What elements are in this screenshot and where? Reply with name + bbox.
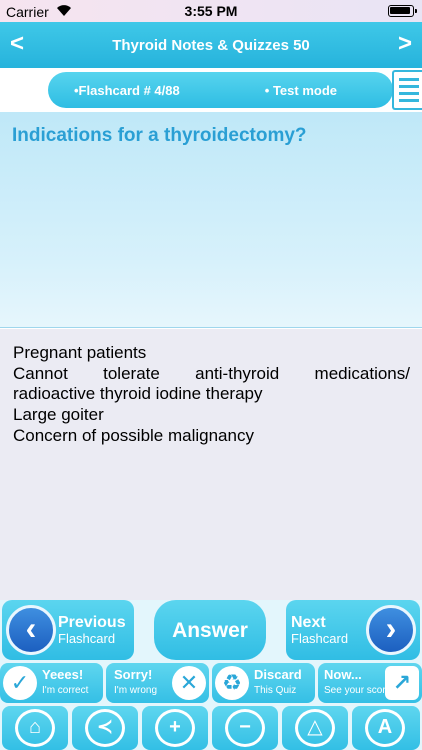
action-row: ‹ Previous Flashcard Answer Next Flashca… bbox=[0, 600, 422, 662]
clock: 3:55 PM bbox=[184, 3, 238, 19]
share-icon: ≺ bbox=[85, 709, 125, 747]
bottom-toolbar: ⌂ ≺ + − △ A bbox=[0, 704, 422, 750]
home-icon: ⌂ bbox=[15, 709, 55, 747]
discard-title: Discard bbox=[254, 667, 302, 682]
answer-card: Pregnant patients Cannot tolerate anti-t… bbox=[0, 329, 422, 601]
mode-bar: •Flashcard # 4/88 • Test mode bbox=[0, 68, 422, 110]
question-text: Indications for a thyroidectomy? bbox=[12, 125, 307, 146]
status-bar: Carrier 3:55 PM bbox=[0, 0, 422, 22]
cross-icon: ✕ bbox=[172, 666, 206, 700]
forward-chevron-icon[interactable]: > bbox=[398, 30, 412, 58]
check-icon: ✓ bbox=[3, 666, 37, 700]
chevron-left-icon: ‹ bbox=[6, 605, 56, 655]
correct-subtitle: I'm correct bbox=[42, 685, 89, 696]
battery-icon bbox=[388, 5, 417, 17]
recycle-icon: ♻ bbox=[215, 666, 249, 700]
next-label: Next bbox=[291, 614, 326, 631]
font-icon: A bbox=[365, 709, 405, 747]
home-button[interactable]: ⌂ bbox=[2, 706, 68, 750]
zoom-out-icon: − bbox=[225, 709, 265, 747]
bucket-icon: △ bbox=[295, 709, 335, 747]
correct-title: Yeees! bbox=[42, 667, 84, 682]
answer-line: Cannot tolerate anti-thyroid medications… bbox=[13, 364, 410, 383]
previous-sublabel: Flashcard bbox=[58, 631, 116, 646]
share-button[interactable]: ≺ bbox=[72, 706, 138, 750]
chevron-right-icon: › bbox=[366, 605, 416, 655]
wrong-subtitle: I'm wrong bbox=[114, 685, 158, 696]
next-flashcard-button[interactable]: Next Flashcard › bbox=[286, 600, 420, 660]
nav-bar: < Thyroid Notes & Quizzes 50 > bbox=[0, 22, 422, 68]
test-mode-toggle[interactable]: • Test mode bbox=[265, 83, 337, 98]
see-score-button[interactable]: Now... See your score ↗ bbox=[318, 663, 422, 703]
mode-pill: •Flashcard # 4/88 • Test mode bbox=[48, 72, 393, 108]
list-menu-icon[interactable] bbox=[392, 70, 422, 110]
flashcard-counter: •Flashcard # 4/88 bbox=[74, 83, 180, 98]
answer-line: radioactive thyroid iodine therapy bbox=[13, 384, 263, 403]
zoom-in-icon: + bbox=[155, 709, 195, 747]
previous-flashcard-button[interactable]: ‹ Previous Flashcard bbox=[2, 600, 134, 660]
score-title: Now... bbox=[324, 667, 362, 682]
question-card: Indications for a thyroidectomy? bbox=[0, 112, 422, 328]
wrong-button[interactable]: Sorry! I'm wrong ✕ bbox=[106, 663, 209, 703]
wrong-title: Sorry! bbox=[114, 667, 153, 682]
score-row: ✓ Yeees! I'm correct Sorry! I'm wrong ✕ … bbox=[0, 662, 422, 704]
zoom-in-button[interactable]: + bbox=[142, 706, 208, 750]
page-title: Thyroid Notes & Quizzes 50 bbox=[112, 37, 310, 54]
color-bucket-button[interactable]: △ bbox=[282, 706, 348, 750]
discard-subtitle: This Quiz bbox=[254, 685, 297, 696]
answer-line: Concern of possible malignancy bbox=[13, 426, 254, 445]
chart-icon: ↗ bbox=[385, 666, 419, 700]
score-subtitle: See your score bbox=[324, 685, 392, 696]
font-button[interactable]: A bbox=[352, 706, 420, 750]
answer-line: Pregnant patients bbox=[13, 343, 147, 362]
answer-button[interactable]: Answer bbox=[154, 600, 266, 660]
zoom-out-button[interactable]: − bbox=[212, 706, 278, 750]
answer-label: Answer bbox=[172, 619, 248, 642]
answer-line: Large goiter bbox=[13, 405, 104, 424]
previous-label: Previous bbox=[58, 614, 126, 631]
discard-quiz-button[interactable]: ♻ Discard This Quiz bbox=[212, 663, 315, 703]
correct-button[interactable]: ✓ Yeees! I'm correct bbox=[0, 663, 103, 703]
next-sublabel: Flashcard bbox=[291, 631, 349, 646]
